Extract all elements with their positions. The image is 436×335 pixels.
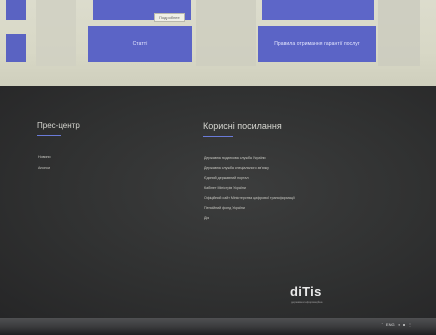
- articles-button[interactable]: Статті: [88, 26, 192, 62]
- useful-link[interactable]: Державна служба спеціального зв'язку: [204, 163, 295, 173]
- background-tile: [36, 0, 76, 66]
- press-link-news[interactable]: Новини: [38, 152, 51, 163]
- title-underline: [203, 136, 233, 137]
- language-indicator[interactable]: ENG: [386, 322, 395, 327]
- tray-dot-icon: [403, 323, 405, 326]
- logo-subtitle: державна інформаційна: [291, 300, 323, 304]
- background-tile: [196, 0, 256, 66]
- warranty-rules-button[interactable]: Правила отримання гарантії послуг: [258, 26, 376, 62]
- useful-links-title: Корисні посилання: [203, 121, 282, 131]
- tray-status-icon[interactable]: ◑: [398, 322, 400, 327]
- menu-tile[interactable]: [262, 0, 374, 20]
- footer: Прес-центр Новини Анонси Корисні посилан…: [0, 86, 436, 318]
- nav-tile[interactable]: [6, 0, 26, 20]
- tray-more-icon[interactable]: ⋮: [408, 322, 412, 327]
- screen-frame: Подробнее Статті Правила отримання гаран…: [0, 0, 436, 335]
- tooltip: Подробнее: [154, 13, 185, 22]
- background-tile: [378, 0, 420, 66]
- taskbar: [0, 318, 436, 335]
- system-tray: ˆ ENG ◑ ⋮: [382, 322, 412, 327]
- useful-link[interactable]: Кабінет Міністрів України: [204, 183, 295, 193]
- ditis-logo[interactable]: diTis: [290, 284, 322, 299]
- useful-links-list: Державна податкова служба України Держав…: [204, 153, 295, 223]
- useful-link[interactable]: Дія: [204, 213, 295, 223]
- page-top-section: Подробнее Статті Правила отримання гаран…: [0, 0, 436, 86]
- useful-link[interactable]: Пенсійний фонд України: [204, 203, 295, 213]
- press-link-announcements[interactable]: Анонси: [38, 163, 51, 174]
- press-center-title: Прес-центр: [37, 121, 80, 130]
- useful-link[interactable]: Єдиний державний портал: [204, 173, 295, 183]
- press-center-list: Новини Анонси: [38, 152, 51, 174]
- useful-link[interactable]: Державна податкова служба України: [204, 153, 295, 163]
- useful-link[interactable]: Офіційний сайт Міністерства цифрової тра…: [204, 193, 295, 203]
- title-underline: [37, 135, 61, 136]
- tray-chevron-icon[interactable]: ˆ: [382, 322, 383, 327]
- nav-tile[interactable]: [6, 34, 26, 62]
